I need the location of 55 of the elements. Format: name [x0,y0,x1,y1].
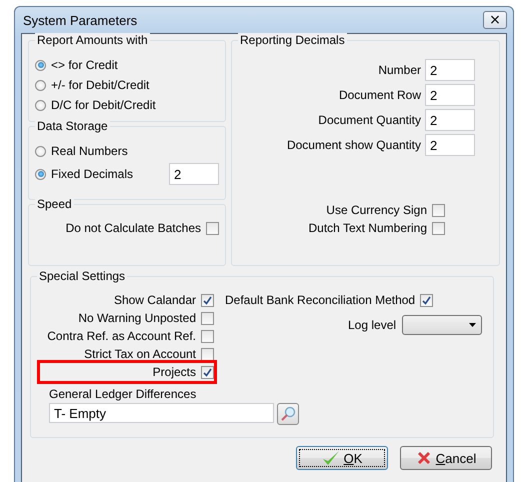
check-icon [322,450,340,466]
input-field[interactable]: 2 [425,59,475,81]
checkbox[interactable] [432,222,445,234]
radio-button[interactable] [35,146,46,156]
checkbox[interactable] [420,294,434,306]
field-label: Number [378,63,421,77]
checkbox-label: Contra Ref. as Account Ref. [47,329,196,343]
radio-option[interactable]: Real Numbers [35,141,128,161]
radio-button[interactable] [35,100,46,110]
checkbox-label: Do not Calculate Batches [66,221,201,235]
search-icon [280,406,296,422]
checkbox[interactable] [201,366,214,378]
radio-button[interactable] [35,168,46,180]
field-label: Document Row [338,88,421,102]
field-label: Document show Quantity [286,138,421,152]
checkbox[interactable] [201,294,214,306]
search-button[interactable] [277,403,299,425]
group-title: Data Storage [35,119,110,133]
group-title: Reporting Decimals [238,33,347,47]
ok-button[interactable]: OK [296,446,388,470]
group-title: Special Settings [37,269,128,283]
checkbox-label: Dutch Text Numbering [308,221,427,235]
checkbox[interactable] [201,312,214,324]
radio-button[interactable] [35,80,46,90]
log-level-dropdown[interactable] [402,315,482,335]
checkbox[interactable] [432,204,445,216]
checkbox-label: Strict Tax on Account [84,347,196,361]
radio-option[interactable]: D/C for Debit/Credit [35,95,219,115]
decimals-field[interactable]: 2 [169,163,219,185]
input-field[interactable]: 2 [425,84,475,106]
radio-option[interactable]: +/- for Debit/Credit [35,75,219,95]
field-label: Log level [348,318,396,332]
group-title: Speed [35,197,74,211]
window-title: System Parameters [22,12,138,28]
radio-button[interactable] [35,60,46,70]
checkbox[interactable] [201,348,214,360]
checkbox-label: No Warning Unposted [78,311,196,325]
field-label: Document Quantity [318,113,421,127]
checkbox-label: Default Bank Reconciliation Method [225,293,416,307]
checkbox[interactable] [201,330,214,342]
checkbox-label: Show Calandar [114,293,196,307]
group-title: Report Amounts with [35,33,150,47]
input-field[interactable]: 2 [425,109,475,131]
close-button[interactable]: × [483,11,507,29]
checkbox-label: Projects [152,365,196,379]
input-field[interactable]: T- Empty [49,403,274,423]
field-label: General Ledger Differences [49,387,198,401]
cancel-button[interactable]: Cancel [400,446,492,470]
close-icon [416,450,432,466]
radio-option[interactable]: <> for Credit [35,55,219,75]
input-field[interactable]: 2 [425,134,475,156]
checkbox-label: Use Currency Sign [326,203,427,217]
caret-icon [469,323,476,327]
checkbox[interactable] [206,222,219,234]
radio-option[interactable]: Fixed Decimals [35,164,134,184]
